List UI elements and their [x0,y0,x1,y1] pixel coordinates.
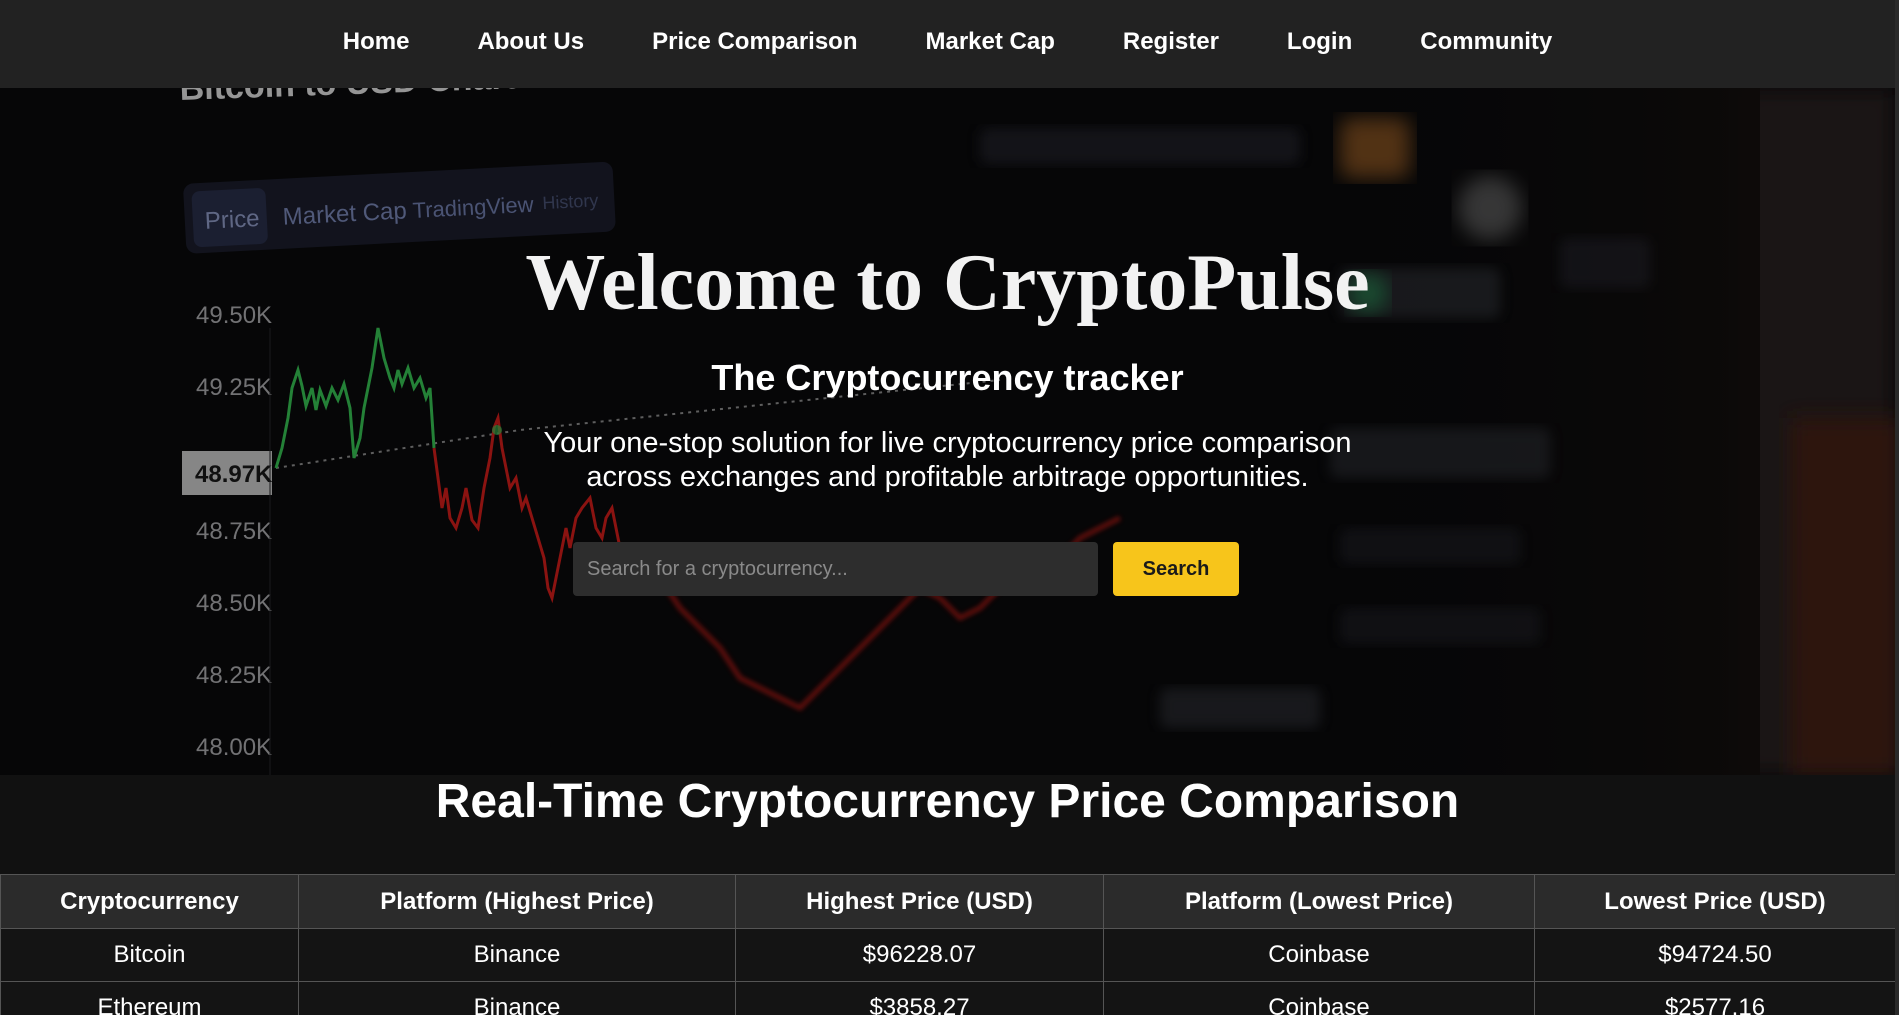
table-cell: $96228.07 [735,928,1104,982]
search-bar: Search [573,542,1239,596]
price-comparison-table: Cryptocurrency Platform (Highest Price) … [0,874,1895,1015]
table-header-row: Cryptocurrency Platform (Highest Price) … [0,874,1895,929]
top-navbar: Home About Us Price Comparison Market Ca… [0,0,1895,88]
table-row: Ethereum Binance $3858.27 Coinbase $2577… [0,981,1895,1015]
nav-list: Home About Us Price Comparison Market Ca… [309,28,1586,56]
hero-section: Bitcoin to USD Chart Price Market Cap Tr… [0,88,1895,775]
table-cell: Coinbase [1103,981,1535,1015]
table-cell: Coinbase [1103,928,1535,982]
column-header: Lowest Price (USD) [1534,874,1895,929]
search-button[interactable]: Search [1113,542,1239,596]
table-cell: Binance [298,981,736,1015]
hero-content: Welcome to CryptoPulse The Cryptocurrenc… [0,88,1895,775]
column-header: Platform (Lowest Price) [1103,874,1535,929]
table-cell: $94724.50 [1534,928,1895,982]
table-row: Bitcoin Binance $96228.07 Coinbase $9472… [0,928,1895,982]
nav-login-link[interactable]: Login [1253,28,1386,55]
nav-register-link[interactable]: Register [1089,28,1253,55]
table-cell: Bitcoin [0,928,299,982]
hero-description: Your one-stop solution for live cryptocu… [543,427,1352,493]
nav-about-link[interactable]: About Us [443,28,618,55]
page: Home About Us Price Comparison Market Ca… [0,0,1895,1015]
comparison-title: Real-Time Cryptocurrency Price Compariso… [435,775,1460,828]
hero-title: Welcome to CryptoPulse [525,239,1370,327]
table-cell: $3858.27 [735,981,1104,1015]
table-cell: Binance [298,928,736,982]
nav-community-link[interactable]: Community [1386,28,1586,55]
column-header: Platform (Highest Price) [298,874,736,929]
nav-market-cap-link[interactable]: Market Cap [892,28,1089,55]
search-input[interactable] [573,542,1098,596]
nav-home-link[interactable]: Home [309,28,444,55]
table-cell: $2577.16 [1534,981,1895,1015]
column-header: Cryptocurrency [0,874,299,929]
column-header: Highest Price (USD) [735,874,1104,929]
hero-subtitle: The Cryptocurrency tracker [711,357,1184,398]
table-cell: Ethereum [0,981,299,1015]
page-scrollbar[interactable] [1895,0,1899,1015]
nav-price-comparison-link[interactable]: Price Comparison [618,28,891,55]
